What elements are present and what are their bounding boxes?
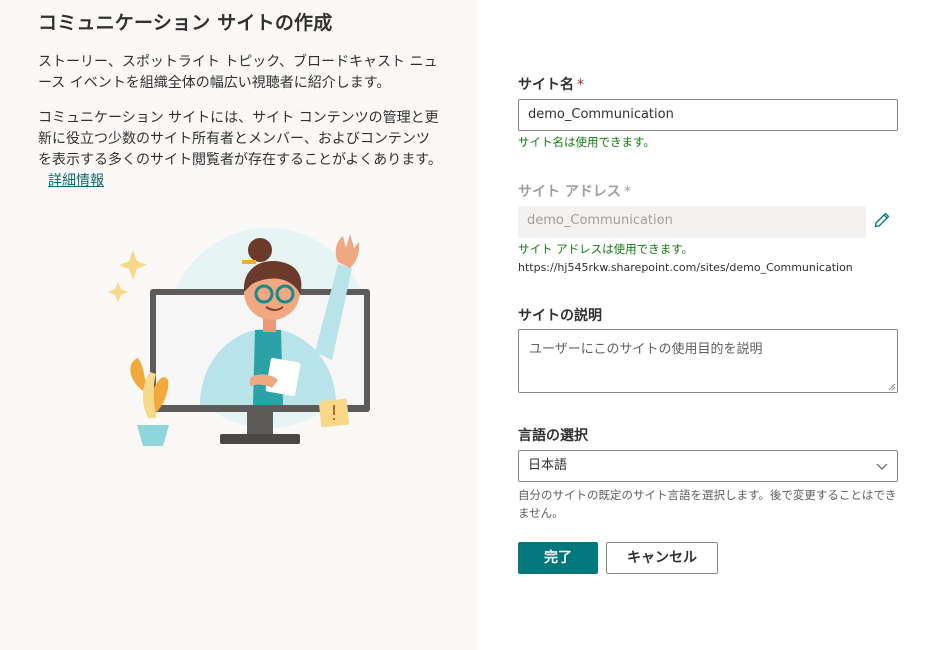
monitor-neck: [247, 412, 273, 434]
person-hair-bun: [248, 238, 272, 262]
description-paragraph-2: コミュニケーション サイトには、サイト コンテンツの管理と更新に役立つ少数のサイ…: [38, 108, 443, 192]
language-dropdown[interactable]: 日本語: [518, 450, 898, 482]
site-address-status: サイト アドレスは使用できます。: [518, 242, 694, 256]
site-address-label: サイト アドレス *: [518, 181, 631, 201]
right-panel: サイト名 * demo_Communication サイト名は使用できます。 サイ…: [478, 0, 936, 650]
pencil-icon[interactable]: [872, 210, 892, 230]
chevron-down-icon: [876, 463, 888, 470]
language-label: 言語の選択: [518, 428, 588, 444]
site-description-label: サイトの説明: [518, 308, 602, 324]
resize-grip-icon[interactable]: [887, 382, 896, 391]
language-selected-value: 日本語: [528, 458, 568, 473]
left-panel: コミュニケーション サイトの作成 ストーリー、スポットライト トピック、ブロード…: [0, 0, 478, 650]
site-name-status: サイト名は使用できます。: [518, 135, 655, 149]
sparkle-small-icon: [108, 282, 128, 302]
site-name-label-text: サイト名: [518, 77, 574, 93]
description-paragraph-1: ストーリー、スポットライト トピック、ブロードキャスト ニュース イベントを組織…: [38, 54, 438, 91]
cancel-button[interactable]: キャンセル: [606, 542, 718, 574]
plant-pot: [137, 425, 169, 446]
sticky-note-dot: [333, 418, 335, 420]
language-help-text: 自分のサイトの既定のサイト言語を選択します。後で変更することはできません。: [518, 488, 897, 520]
site-url: https://hj545rkw.sharepoint.com/sites/de…: [518, 261, 853, 274]
description-paragraph-2-text: コミュニケーション サイトには、サイト コンテンツの管理と更新に役立つ少数のサイ…: [38, 110, 442, 168]
site-address-label-text: サイト アドレス: [518, 184, 621, 200]
sparkle-icon: [119, 250, 147, 280]
site-description-placeholder: ユーザーにこのサイトの使用目的を説明: [529, 342, 763, 357]
finish-button[interactable]: 完了: [518, 542, 598, 574]
site-description-textarea[interactable]: ユーザーにこのサイトの使用目的を説明: [518, 329, 898, 393]
required-mark: *: [577, 77, 584, 93]
page-title: コミュニケーション サイトの作成: [38, 12, 333, 34]
hair-clip: [242, 260, 256, 264]
site-address-input: demo_Communication: [518, 206, 866, 238]
site-name-label: サイト名 *: [518, 74, 584, 94]
monitor-base: [220, 434, 300, 444]
sticky-note-mark: [333, 405, 335, 415]
learn-more-link[interactable]: 詳細情報: [48, 173, 104, 189]
communication-site-illustration: [108, 228, 370, 446]
site-name-input[interactable]: demo_Communication: [518, 99, 898, 131]
required-mark: *: [623, 184, 631, 200]
